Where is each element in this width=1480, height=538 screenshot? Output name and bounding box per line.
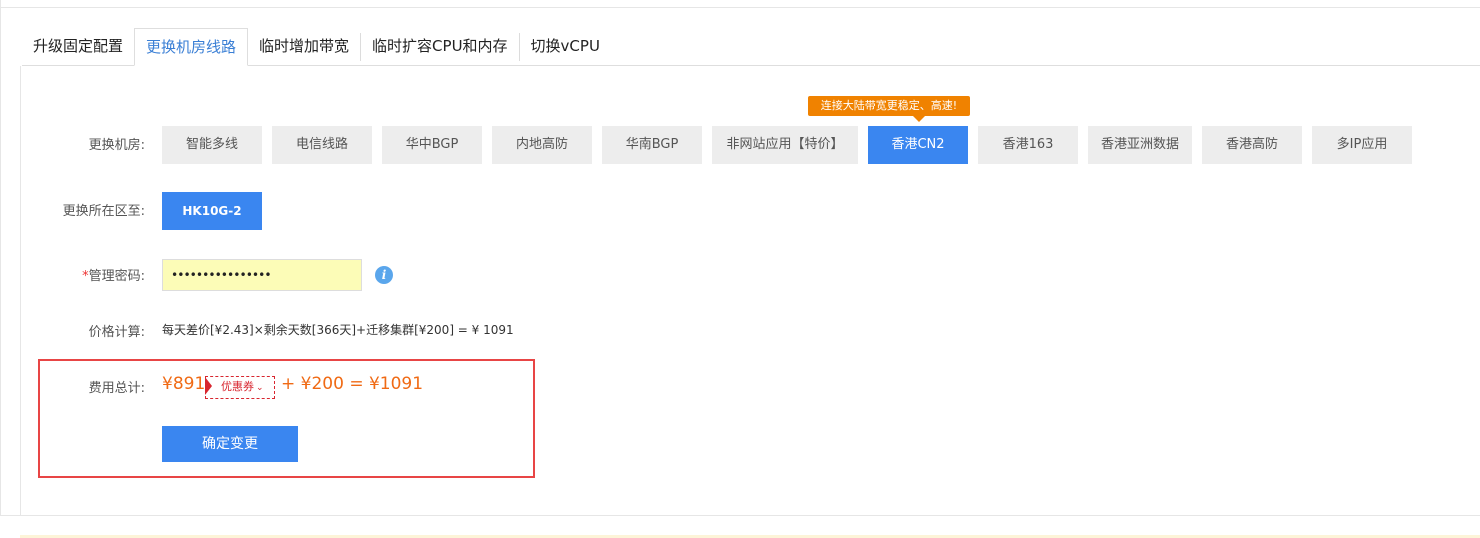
room-option-mainland-ddos[interactable]: 内地高防 xyxy=(492,126,592,164)
top-panel xyxy=(0,0,1480,8)
room-tip-badge: 连接大陆带宽更稳定、高速! xyxy=(808,96,970,116)
room-option-central-bgp[interactable]: 华中BGP xyxy=(382,126,482,164)
calc-formula: 每天差价[¥2.43]×剩余天数[366天]+迁移集群[¥200] = ¥ 10… xyxy=(162,323,514,337)
room-option-hk-163[interactable]: 香港163 xyxy=(978,126,1078,164)
tab-temp-bandwidth[interactable]: 临时增加带宽 xyxy=(248,28,360,66)
tab-temp-cpu-memory[interactable]: 临时扩容CPU和内存 xyxy=(361,28,519,66)
room-option-hk-cn2[interactable]: 香港CN2 xyxy=(868,126,968,164)
room-label: 更换机房: xyxy=(88,138,145,153)
tab-upgrade-config[interactable]: 升级固定配置 xyxy=(22,28,134,66)
confirm-change-button[interactable]: 确定变更 xyxy=(162,426,298,462)
room-option-multi-ip[interactable]: 多IP应用 xyxy=(1312,126,1412,164)
chevron-down-icon: ⌄ xyxy=(256,383,264,393)
room-option-hk-asia-data[interactable]: 香港亚洲数据 xyxy=(1088,126,1192,164)
password-input[interactable] xyxy=(162,259,362,291)
info-icon[interactable]: i xyxy=(375,266,393,284)
base-price: ¥891 xyxy=(162,374,206,394)
calc-label: 价格计算: xyxy=(88,325,145,340)
tab-change-room-line[interactable]: 更换机房线路 xyxy=(134,28,249,66)
tab-switch-vcpu[interactable]: 切换vCPU xyxy=(520,28,611,66)
coupon-flag-icon xyxy=(205,377,212,395)
total-label: 费用总计: xyxy=(88,381,145,396)
coupon-label: 优惠券 xyxy=(221,380,254,393)
room-option-hk-ddos[interactable]: 香港高防 xyxy=(1202,126,1302,164)
zone-label: 更换所在区至: xyxy=(62,204,145,219)
zone-option-button[interactable]: HK10G-2 xyxy=(162,192,262,230)
total-price-formula: + ¥200 = ¥1091 xyxy=(281,374,424,394)
room-option-non-web-special[interactable]: 非网站应用【特价】 xyxy=(712,126,858,164)
room-tip-arrow xyxy=(913,116,925,122)
room-option-smart-multiline[interactable]: 智能多线 xyxy=(162,126,262,164)
coupon-dropdown[interactable]: 优惠券 ⌄ xyxy=(205,376,275,399)
room-option-south-bgp[interactable]: 华南BGP xyxy=(602,126,702,164)
password-label: 管理密码: xyxy=(88,269,145,284)
password-label-row: *管理密码: xyxy=(0,265,145,284)
room-option-telecom[interactable]: 电信线路 xyxy=(272,126,372,164)
tab-bar: 升级固定配置 更换机房线路 临时增加带宽 临时扩容CPU和内存 切换vCPU xyxy=(22,28,611,66)
